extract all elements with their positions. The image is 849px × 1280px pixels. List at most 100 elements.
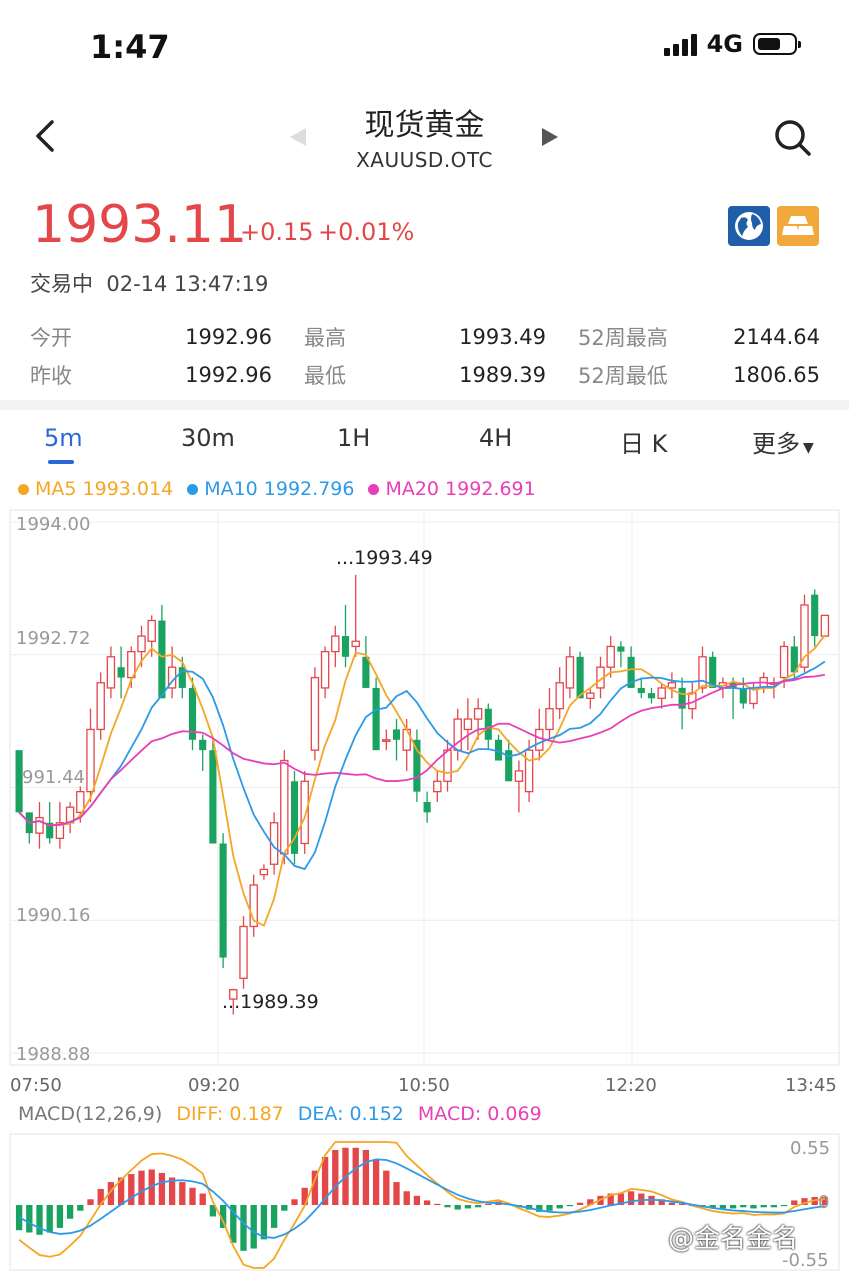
macd-bar-negative [250, 1205, 257, 1249]
candle-up [239, 925, 248, 979]
x-tick-label: 10:50 [398, 1075, 450, 1096]
quote-stats: 今开 1992.96 最高 1993.49 52周最高 2144.64 昨收 1… [30, 318, 820, 394]
candle-down [423, 802, 431, 813]
candle-down [617, 646, 625, 652]
macd-bar-negative [566, 1205, 574, 1207]
y-tick-label: 991.44 [22, 767, 85, 788]
macd-bar-positive [403, 1191, 410, 1205]
macd-title: MACD(12,26,9) [18, 1103, 163, 1125]
low-label: 最低 [304, 364, 346, 388]
candle-up [667, 682, 677, 689]
tab-more-label: 更多 [752, 430, 800, 458]
gold-bar-icon[interactable] [777, 206, 819, 246]
macd-y-tick: 0 [818, 1192, 829, 1213]
tab-more[interactable]: 更多 ▼ [752, 424, 814, 459]
macd-bar-negative [740, 1205, 747, 1208]
candle-up [606, 645, 615, 668]
network-label: 4G [706, 30, 743, 58]
macd-bar-positive [189, 1187, 196, 1205]
candle-up [433, 780, 442, 793]
candle-down [811, 594, 819, 637]
ma10-line [18, 660, 826, 871]
macd-bar-negative [474, 1205, 482, 1208]
candle-up [382, 739, 391, 742]
macd-bar-positive [423, 1200, 431, 1205]
macd-bar-negative [719, 1205, 727, 1209]
tab-4h[interactable]: 4H [479, 424, 512, 452]
high-label: 最高 [304, 326, 346, 350]
chart-grid [10, 510, 839, 1065]
x-tick-label: 09:20 [188, 1075, 240, 1096]
candle-up [351, 640, 360, 648]
macd-bar-negative [260, 1205, 268, 1240]
macd-bar-negative [750, 1205, 757, 1209]
symbol-code: XAUUSD.OTC [356, 148, 493, 172]
macd-bar-negative [56, 1205, 64, 1228]
macd-bar-positive [291, 1199, 298, 1205]
tab-1h[interactable]: 1H [337, 424, 370, 452]
next-symbol-icon[interactable] [542, 128, 558, 146]
candle-up [331, 635, 340, 653]
macd-bar-positive [372, 1159, 380, 1205]
macd-bar-positive [138, 1170, 145, 1205]
ma20-dot-icon [368, 483, 380, 495]
x-tick-label: 07:50 [10, 1075, 62, 1096]
search-icon[interactable] [773, 118, 813, 158]
caret-down-icon: ▼ [803, 440, 814, 456]
macd-bar-negative [546, 1205, 553, 1211]
macd-bar-negative [729, 1205, 737, 1209]
52w-high-label: 52周最高 [578, 326, 668, 350]
ma10-dot-icon [187, 483, 199, 495]
candle-up [565, 656, 575, 689]
candle-up [106, 656, 116, 689]
candle-up [137, 635, 146, 653]
macd-bar-negative [240, 1205, 247, 1251]
globe-icon[interactable] [728, 206, 770, 246]
candle-up [96, 682, 105, 731]
macd-chart[interactable]: 0.55 0 -0.55 [0, 1130, 849, 1280]
macd-bar-positive [627, 1191, 635, 1205]
open-value: 1992.96 [185, 325, 272, 349]
watermark: @金名金名 [668, 1224, 799, 1254]
candle-up [545, 708, 554, 731]
macd-bar-positive [179, 1182, 186, 1205]
tab-5m[interactable]: 5m [44, 424, 83, 452]
status-time: 1:47 [90, 28, 170, 66]
section-divider [0, 400, 849, 410]
macd-value: MACD: 0.069 [417, 1103, 542, 1125]
candle-down [209, 750, 217, 844]
macd-diff: DIFF: 0.187 [176, 1103, 284, 1125]
candle-down [219, 843, 227, 958]
macd-bar-positive [352, 1147, 359, 1205]
candle-up [86, 728, 95, 793]
tab-30m[interactable]: 30m [181, 424, 235, 452]
candle-up [473, 708, 483, 720]
candlestick-chart[interactable]: 1994.00 1992.72 991.44 1990.16 1988.88 .… [0, 500, 849, 1100]
candle-down [199, 739, 207, 751]
candle-up [147, 619, 156, 642]
candle-down [117, 667, 125, 678]
macd-bar-negative [26, 1205, 33, 1233]
52w-low-value: 1806.65 [733, 363, 820, 387]
candle-up [259, 868, 269, 876]
macd-bar-negative [444, 1205, 451, 1208]
52w-low-label: 52周最低 [578, 364, 668, 388]
macd-bar-positive [668, 1202, 676, 1205]
candle-down [739, 687, 747, 704]
macd-bar-negative [464, 1205, 472, 1209]
x-tick-label: 12:20 [605, 1075, 657, 1096]
ma-legend: MA5 1993.014 MA10 1992.796 MA20 1992.691 [18, 478, 536, 500]
active-tab-indicator [48, 460, 74, 464]
macd-bar-negative [760, 1205, 767, 1208]
tab-daily[interactable]: 日 K [620, 424, 667, 459]
ma5-dot-icon [18, 483, 29, 495]
candle-up [280, 759, 289, 855]
macd-bar-negative [77, 1205, 84, 1211]
y-tick-label: 1990.16 [16, 905, 90, 926]
candles [15, 574, 830, 1015]
macd-bar-negative [556, 1205, 563, 1209]
candle-up [820, 614, 830, 637]
status-icons: 4G [663, 30, 801, 58]
macd-bar-positive [791, 1200, 798, 1205]
ma20-legend: MA20 1992.691 [368, 478, 536, 500]
